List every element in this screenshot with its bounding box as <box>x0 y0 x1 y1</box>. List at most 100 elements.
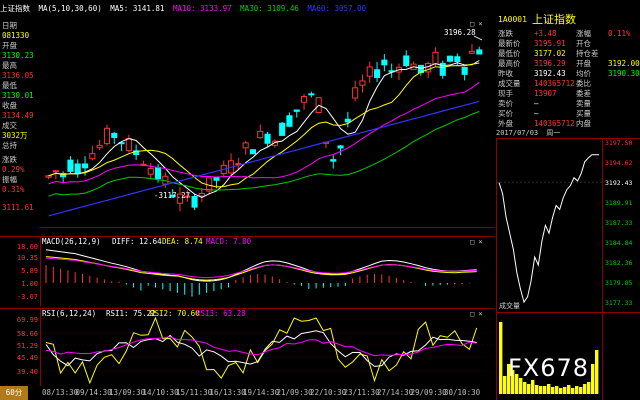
candle-body <box>352 87 359 99</box>
quote-label: 委比 <box>576 79 591 88</box>
quote-label: 卖量 <box>576 99 591 108</box>
time-axis-label: 29/09:30 <box>410 388 447 397</box>
candle-body <box>249 149 257 155</box>
macd-tick-label: -3.67 <box>17 293 38 301</box>
quote-label: 持仓差 <box>576 49 599 58</box>
time-axis-label: 27/14:30 <box>377 388 414 397</box>
intraday-volume-bar <box>583 384 587 394</box>
time-axis-label: 23/11:30 <box>343 388 380 397</box>
time-axis-label: 14/10:30 <box>142 388 179 397</box>
quote-label: 买量 <box>576 109 591 118</box>
high-value: 3136.05 <box>2 71 34 80</box>
intraday-volume-bar <box>555 386 559 394</box>
open-value: 3130.23 <box>2 51 34 60</box>
ma-label: MA(5,10,30,60) <box>38 4 102 13</box>
date-label: 日期 <box>2 21 17 30</box>
intraday-header: 2017/07/03 周一 <box>496 128 640 138</box>
intraday-volume-bar <box>575 386 579 394</box>
candlestick-chart[interactable]: 3196.28 -3117.27 □ × <box>40 18 494 228</box>
rsi-title: RSI(6,12,24) <box>42 309 96 318</box>
ma5-value: MA5: 3141.81 <box>110 4 165 13</box>
intraday-price-tick: 3197.50 <box>605 139 632 147</box>
intraday-volume-bar <box>527 384 531 394</box>
axis-low-value: 3111.61 <box>2 203 34 212</box>
quote-label: 最新价 <box>498 39 521 48</box>
quote-value: 3195.91 <box>534 39 566 48</box>
candle-body <box>147 168 154 175</box>
quote-label: 开盘 <box>576 59 591 68</box>
peak-label: 3196.28 <box>444 28 476 37</box>
chart-background <box>40 18 494 228</box>
intraday-price-tick: 3182.36 <box>605 259 632 267</box>
quote-label: 最低价 <box>498 49 521 58</box>
candle-body <box>344 118 351 123</box>
time-axis-label: 21/09:30 <box>276 388 313 397</box>
quote-row: 最高价 3196.29 开盘 3192.00 <box>496 59 640 69</box>
quote-label: 成交量 <box>498 79 521 88</box>
rsi-rsi1-value: RSI1: 75.22 <box>106 309 156 318</box>
ma60-value: MA60: 3057.00 <box>307 4 367 13</box>
rsi-panel[interactable]: RSI(6,12,24) RSI1: 75.22RSI2: 70.60RSI3: … <box>0 308 494 388</box>
intraday-volume-bar <box>535 385 539 394</box>
open-label: 开盘 <box>2 41 17 50</box>
amplitude-label: 振幅 <box>2 175 17 184</box>
time-axis: 08/13:30 09/14:30 13/09:30 14/10:30 15/11:30… <box>0 386 494 400</box>
quote-label: 昨收 <box>498 69 513 78</box>
time-axis-label: 09/14:30 <box>75 388 112 397</box>
candle-body <box>279 122 286 136</box>
macd-tick-label: 1.00 <box>21 280 38 288</box>
rsi-tick-label: 45.49 <box>17 354 38 362</box>
candle-body <box>96 144 103 149</box>
candle-body <box>432 51 439 65</box>
time-axis-label: 30/10:30 <box>444 388 481 397</box>
intraday-volume-bar <box>499 322 503 394</box>
volume-value: 3032万 <box>2 131 28 140</box>
quote-label: 最高价 <box>498 59 521 68</box>
intraday-volume-bar <box>567 385 571 394</box>
time-axis-label: 15/11:30 <box>176 388 213 397</box>
quote-label: 委差 <box>576 89 591 98</box>
quote-name: 上证指数 <box>532 13 576 26</box>
candle-body <box>468 50 476 54</box>
rsi-window-controls: □ × <box>470 310 483 318</box>
macd-panel[interactable]: MACD(26,12,9) DIFF: 12.64 DEA: 8.74 MACD: 7… <box>0 236 494 306</box>
macd-tick-label: 10.35 <box>17 254 38 262</box>
close-value: 3134.49 <box>2 111 34 120</box>
macd-dea-value: DEA: 8.74 <box>162 237 203 246</box>
candle-body <box>74 163 81 175</box>
low-label: 最低 <box>2 81 17 90</box>
candle-body <box>308 93 315 96</box>
quote-row: 涨跌 +3.48 涨幅 0.11% <box>496 29 640 39</box>
quote-label: 现手 <box>498 89 513 98</box>
quote-value: 3177.02 <box>534 49 566 58</box>
quote-row: 最新价 3195.91 开仓 <box>496 39 640 49</box>
intraday-volume-bar <box>563 387 567 394</box>
rsi-rsi2-value: RSI2: 70.60 <box>150 309 200 318</box>
intraday-price-tick: 3189.91 <box>605 199 632 207</box>
candle-body <box>242 142 249 149</box>
high-label: 最高 <box>2 61 17 70</box>
intraday-volume-bar <box>503 376 507 394</box>
candle-body <box>198 192 205 197</box>
macd-tick-label: 5.89 <box>21 267 38 275</box>
candle-body <box>447 55 454 62</box>
quote-row: 卖价 — 卖量 <box>496 99 640 109</box>
intraday-volume-bar <box>571 388 575 394</box>
quote-label: 开仓 <box>576 39 591 48</box>
quote-value: 3196.29 <box>534 59 566 68</box>
candle-body <box>67 159 74 172</box>
candle-body <box>359 80 366 86</box>
macd-diff-value: DIFF: 12.64 <box>112 237 162 246</box>
candle-body <box>374 69 381 78</box>
quote-value: 0.11% <box>608 29 631 38</box>
candle-body <box>403 55 410 67</box>
intraday-price-tick: 3184.84 <box>605 239 632 247</box>
period-button[interactable]: 60分 <box>0 386 28 400</box>
intraday-volume-bar <box>543 386 547 394</box>
candle-body <box>155 167 162 180</box>
macd-macd-value: MACD: 7.80 <box>206 237 252 246</box>
macd-tick-label: 18.60 <box>17 243 38 251</box>
intraday-weekday: 周一 <box>546 129 561 137</box>
candle-body <box>337 145 344 149</box>
volume-label: 成交 <box>2 121 17 130</box>
